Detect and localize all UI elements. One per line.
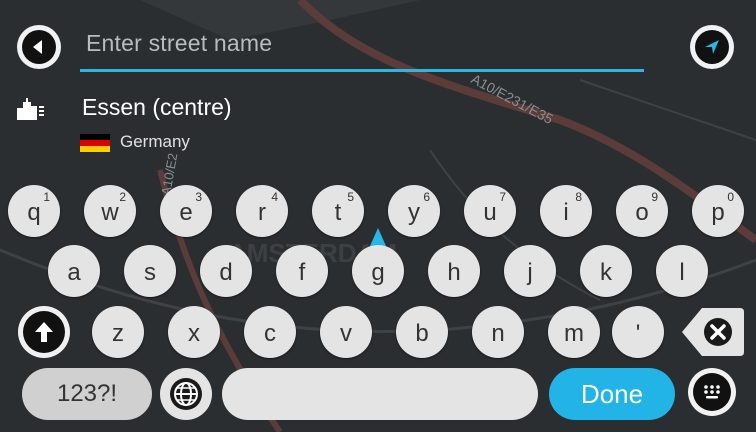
key-a[interactable]: a (48, 245, 100, 297)
space-key[interactable] (222, 368, 538, 420)
search-result-item[interactable]: Essen (centre) Germany (12, 94, 412, 164)
key-u[interactable]: u7 (464, 185, 516, 237)
key-e[interactable]: e3 (160, 185, 212, 237)
key-f[interactable]: f (276, 245, 328, 297)
backspace-key[interactable] (680, 306, 746, 358)
key-l[interactable]: l (656, 245, 708, 297)
language-key[interactable] (160, 368, 212, 420)
city-center-icon (17, 98, 44, 120)
key-k[interactable]: k (580, 245, 632, 297)
key-w[interactable]: w2 (84, 185, 136, 237)
globe-icon (170, 378, 202, 410)
key-n[interactable]: n (472, 306, 524, 358)
result-country: Germany (120, 132, 190, 151)
current-location-button[interactable] (690, 25, 734, 69)
key-b[interactable]: b (396, 306, 448, 358)
key-d[interactable]: d (200, 245, 252, 297)
result-title: Essen (centre) (82, 94, 232, 120)
back-arrow-icon (33, 40, 42, 54)
done-button[interactable]: Done (549, 368, 675, 420)
search-input[interactable]: Enter street name (86, 30, 272, 57)
key-g[interactable]: g (352, 245, 404, 297)
key-j[interactable]: j (504, 245, 556, 297)
key-s[interactable]: s (124, 245, 176, 297)
symbols-key[interactable]: 123?! (22, 368, 152, 420)
keyboard-icon (704, 385, 720, 399)
key-p[interactable]: p0 (692, 185, 744, 237)
key-r[interactable]: r4 (236, 185, 288, 237)
key-y[interactable]: y6 (388, 185, 440, 237)
key-i[interactable]: i8 (540, 185, 592, 237)
hide-keyboard-button[interactable] (688, 368, 736, 416)
germany-flag-icon (80, 134, 110, 152)
key-z[interactable]: z (92, 306, 144, 358)
key-apostrophe[interactable]: ' (612, 306, 664, 358)
key-o[interactable]: o9 (616, 185, 668, 237)
key-c[interactable]: c (244, 306, 296, 358)
key-x[interactable]: x (168, 306, 220, 358)
key-h[interactable]: h (428, 245, 480, 297)
shift-key[interactable] (18, 306, 70, 358)
key-t[interactable]: t5 (312, 185, 364, 237)
back-button[interactable] (17, 25, 61, 69)
key-v[interactable]: v (320, 306, 372, 358)
search-underline (80, 69, 644, 72)
key-q[interactable]: q1 (8, 185, 60, 237)
navigation-arrow-icon (705, 40, 719, 54)
shift-arrow-icon (35, 322, 53, 342)
key-m[interactable]: m (548, 306, 600, 358)
